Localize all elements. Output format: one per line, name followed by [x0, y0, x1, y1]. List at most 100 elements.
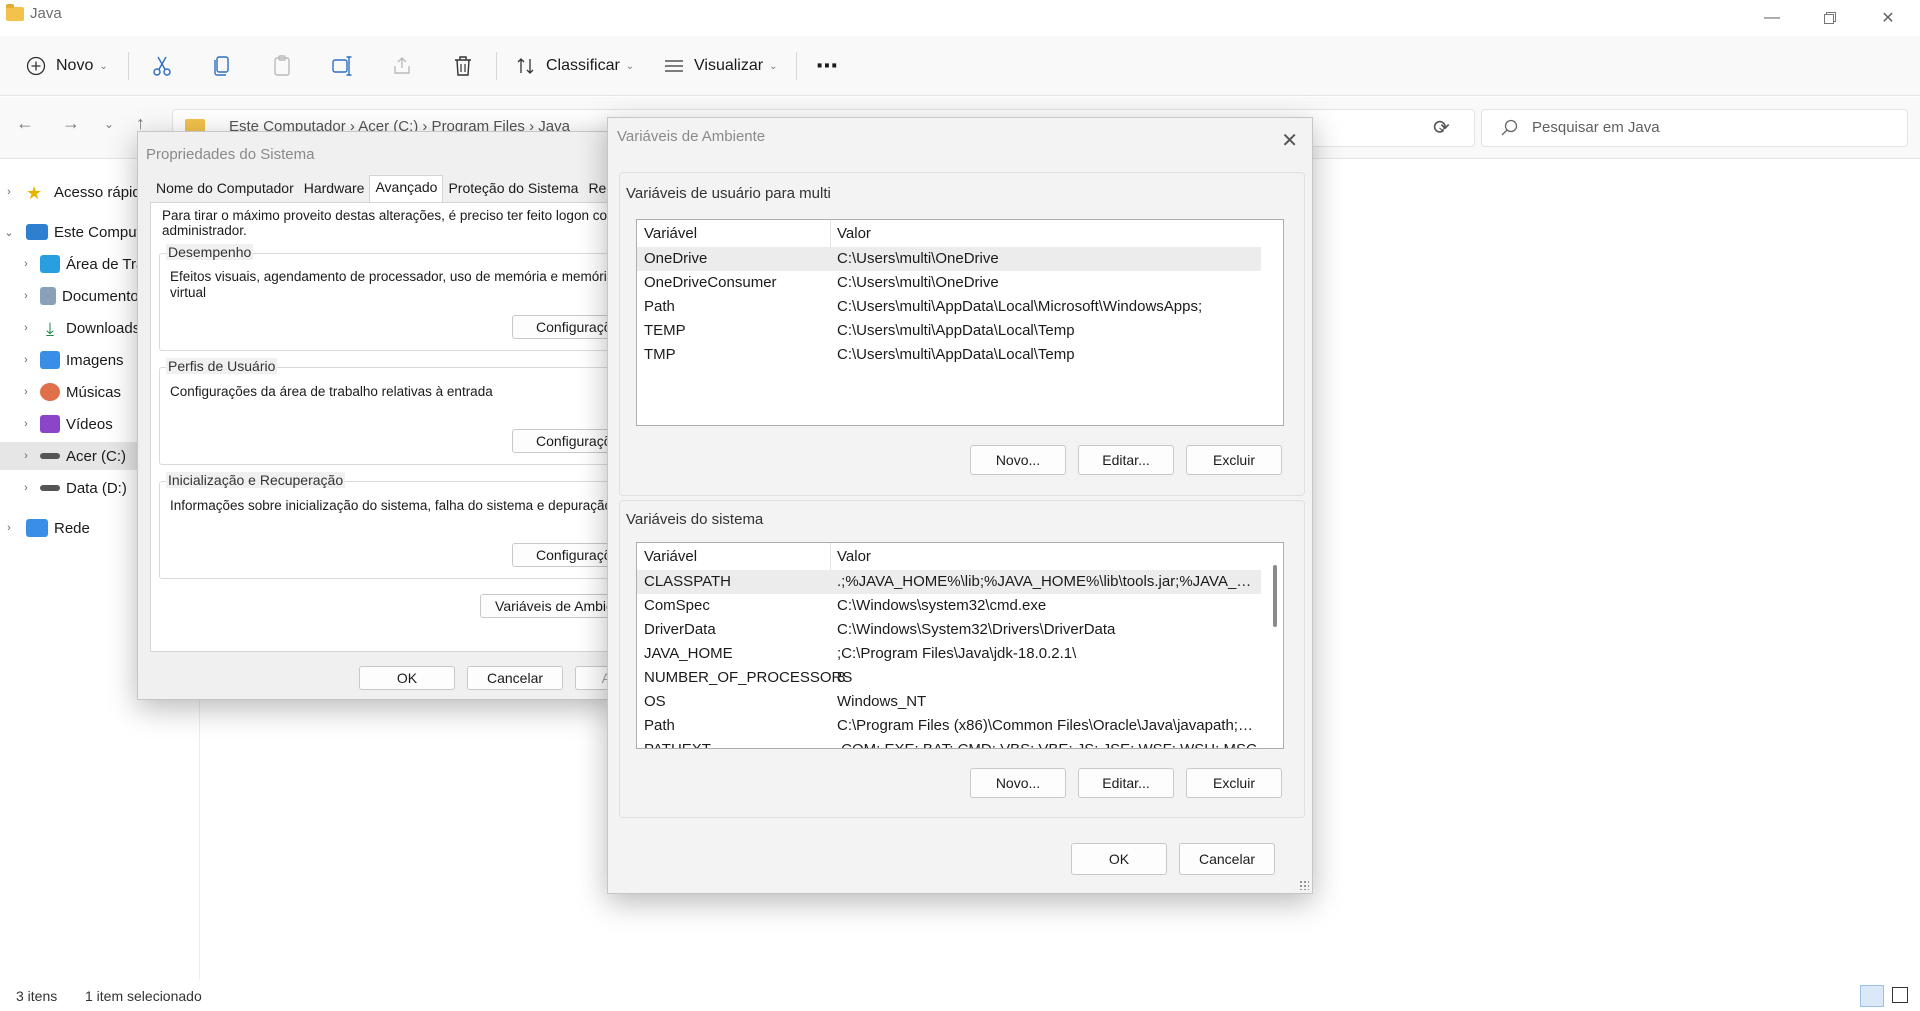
sort-icon: [517, 58, 534, 74]
user-profiles-label: Perfis de Usuário: [166, 358, 278, 374]
forward-arrow-icon[interactable]: →: [62, 113, 80, 134]
table-row[interactable]: CLASSPATH .;%JAVA_HOME%\lib;%JAVA_HOME%\…: [637, 570, 1261, 594]
chevron-right-icon[interactable]: ›: [16, 258, 36, 270]
star-icon: ★: [26, 183, 43, 203]
desktop-icon: [40, 255, 60, 273]
delete-button[interactable]: [453, 48, 473, 84]
sort-button[interactable]: Classificar ⌄: [516, 48, 634, 84]
system-edit-button[interactable]: Editar...: [1078, 768, 1174, 798]
system-variables-list[interactable]: Variável Valor CLASSPATH .;%JAVA_HOME%\l…: [636, 542, 1284, 749]
more-options-button[interactable]: ⋯: [816, 48, 838, 84]
share-icon: [394, 57, 410, 74]
tiles-view-icon[interactable]: [1892, 987, 1908, 1003]
tab-system-protection[interactable]: Proteção do Sistema: [443, 177, 583, 202]
close-icon[interactable]: ✕: [1858, 0, 1918, 36]
variable-name: OneDrive: [644, 250, 708, 267]
tab-advanced[interactable]: Avançado: [369, 175, 444, 202]
table-row[interactable]: NUMBER_OF_PROCESSORS 8: [637, 666, 1261, 690]
column-header-variable[interactable]: Variável: [644, 225, 697, 242]
video-icon: [40, 415, 60, 433]
search-box[interactable]: Pesquisar em Java: [1481, 109, 1908, 147]
table-row[interactable]: OneDrive C:\Users\multi\OneDrive: [637, 247, 1261, 271]
chevron-down-icon[interactable]: ⌄: [0, 226, 18, 239]
table-row[interactable]: OS Windows_NT: [637, 690, 1261, 714]
chevron-right-icon[interactable]: ›: [16, 450, 36, 462]
table-row[interactable]: DriverData C:\Windows\System32\Drivers\D…: [637, 618, 1261, 642]
tab-computer-name[interactable]: Nome do Computador: [151, 177, 299, 202]
scrollbar-thumb[interactable]: [1273, 565, 1277, 627]
nav-item-label: Acesso rápido: [54, 183, 150, 201]
column-header-value[interactable]: Valor: [837, 225, 871, 242]
chevron-right-icon[interactable]: ›: [16, 322, 36, 334]
chevron-right-icon[interactable]: ›: [16, 354, 36, 366]
chevron-down-icon: ⌄: [625, 60, 635, 72]
table-row[interactable]: JAVA_HOME ;C:\Program Files\Java\jdk-18.…: [637, 642, 1261, 666]
variable-value: Windows_NT: [837, 693, 927, 710]
variable-value: C:\Windows\System32\Drivers\DriverData: [837, 621, 1116, 638]
back-arrow-icon[interactable]: ←: [16, 113, 34, 134]
copy-button[interactable]: [212, 48, 232, 84]
user-delete-button[interactable]: Excluir: [1186, 445, 1282, 475]
table-row[interactable]: TEMP C:\Users\multi\AppData\Local\Temp: [637, 319, 1261, 343]
performance-settings-button[interactable]: Configurações...: [512, 315, 616, 339]
table-row[interactable]: OneDriveConsumer C:\Users\multi\OneDrive: [637, 271, 1261, 295]
variable-value: C:\Users\multi\AppData\Local\Temp: [837, 346, 1075, 363]
cancel-button[interactable]: Cancelar: [1179, 843, 1275, 875]
cut-button[interactable]: [152, 48, 172, 84]
user-variables-list[interactable]: Variável Valor OneDrive C:\Users\multi\O…: [636, 219, 1284, 426]
new-label: Novo: [56, 57, 94, 74]
close-icon[interactable]: ✕: [1281, 128, 1298, 153]
cancel-button[interactable]: Cancelar: [467, 666, 563, 690]
new-button[interactable]: Novo ⌄: [26, 48, 108, 84]
variable-name: Path: [644, 717, 675, 734]
paste-button[interactable]: [272, 48, 292, 84]
environment-variables-button[interactable]: Variáveis de Ambiente...: [480, 594, 616, 618]
chevron-right-icon[interactable]: ›: [16, 418, 36, 430]
performance-description: Efeitos visuais, agendamento de processa…: [170, 269, 615, 284]
search-input[interactable]: Pesquisar em Java: [1532, 119, 1660, 136]
ok-button[interactable]: OK: [359, 666, 455, 690]
table-row[interactable]: ComSpec C:\Windows\system32\cmd.exe: [637, 594, 1261, 618]
rename-button[interactable]: [332, 48, 354, 84]
minimize-icon[interactable]: —: [1742, 0, 1802, 36]
chevron-right-icon[interactable]: ›: [0, 522, 18, 534]
system-new-button[interactable]: Novo...: [970, 768, 1066, 798]
restore-icon[interactable]: [1800, 0, 1860, 36]
refresh-icon[interactable]: ⟳: [1433, 115, 1450, 140]
share-button[interactable]: [392, 48, 412, 84]
variable-value: .;%JAVA_HOME%\lib;%JAVA_HOME%\lib\tools.…: [837, 573, 1257, 590]
nav-item-label: Documentos: [62, 287, 147, 305]
user-new-button[interactable]: Novo...: [970, 445, 1066, 475]
resize-grip-icon[interactable]: [1299, 880, 1309, 890]
table-row[interactable]: PATHEXT .COM;.EXE;.BAT;.CMD;.VBS;.VBE;.J…: [637, 738, 1261, 748]
details-view-icon[interactable]: [1860, 985, 1884, 1007]
table-row[interactable]: Path C:\Users\multi\AppData\Local\Micros…: [637, 295, 1261, 319]
variable-value: C:\Windows\system32\cmd.exe: [837, 597, 1047, 614]
separator: [128, 52, 129, 80]
dialog-title: Propriedades do Sistema: [146, 146, 315, 163]
chevron-right-icon[interactable]: ›: [16, 290, 36, 302]
chevron-right-icon[interactable]: ›: [16, 482, 36, 494]
recent-chevron-icon[interactable]: ⌄: [104, 117, 114, 131]
trash-icon: [455, 56, 471, 76]
nav-item-label: Downloads: [66, 319, 141, 337]
variable-name: ComSpec: [644, 597, 710, 614]
chevron-right-icon[interactable]: ›: [0, 186, 18, 198]
system-delete-button[interactable]: Excluir: [1186, 768, 1282, 798]
view-button[interactable]: Visualizar ⌄: [664, 48, 777, 84]
startup-recovery-settings-button[interactable]: Configurações...: [512, 543, 616, 567]
column-header-variable[interactable]: Variável: [644, 548, 697, 565]
user-edit-button[interactable]: Editar...: [1078, 445, 1174, 475]
copy-icon: [214, 56, 229, 76]
column-header-value[interactable]: Valor: [837, 548, 871, 565]
table-row[interactable]: TMP C:\Users\multi\AppData\Local\Temp: [637, 343, 1261, 367]
tab-hardware[interactable]: Hardware: [299, 177, 370, 202]
variable-name: JAVA_HOME: [644, 645, 733, 662]
user-profiles-settings-button[interactable]: Configurações...: [512, 429, 616, 453]
ok-button[interactable]: OK: [1071, 843, 1167, 875]
variable-value: 8: [837, 669, 846, 686]
title-bar: Java — ✕: [0, 0, 1920, 36]
startup-recovery-group: Inicialização e Recuperação Informações …: [159, 472, 616, 579]
table-row[interactable]: Path C:\Program Files (x86)\Common Files…: [637, 714, 1261, 738]
chevron-right-icon[interactable]: ›: [16, 386, 36, 398]
